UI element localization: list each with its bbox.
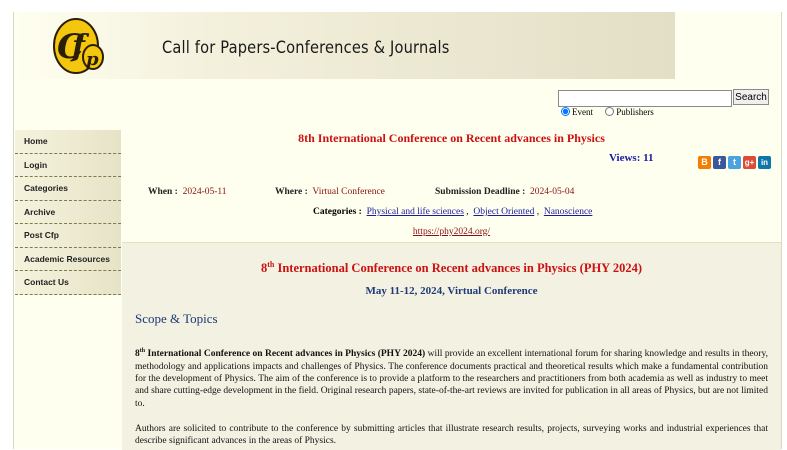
share-bar: B f t g+ in (698, 156, 771, 169)
sidebar-nav: Home Login Categories Archive Post Cfp A… (15, 130, 121, 295)
sidebar-item-post-cfp[interactable]: Post Cfp (15, 224, 121, 248)
twitter-icon[interactable]: t (728, 156, 741, 169)
categories-label: Categories : (313, 207, 362, 217)
details-heading: 8th International Conference on Recent a… (122, 260, 781, 276)
main-content: 8th International Conference on Recent a… (122, 130, 781, 450)
where-value: Virtual Conference (312, 187, 385, 197)
where-label: Where : (275, 187, 308, 197)
heading-text: International Conference on Recent advan… (274, 261, 643, 276)
conference-title: 8th International Conference on Recent a… (298, 131, 605, 145)
radio-publishers[interactable] (605, 107, 615, 116)
cfp-logo[interactable]: C f p (48, 15, 108, 77)
google-plus-icon[interactable]: g+ (743, 156, 756, 169)
sidebar-item-academic-resources[interactable]: Academic Resources (15, 247, 121, 271)
blogger-icon[interactable]: B (698, 156, 711, 169)
category-link[interactable]: Physical and life sciences (367, 207, 464, 217)
radio-event-label: Event (572, 107, 593, 117)
radio-event[interactable] (561, 107, 570, 116)
authors-paragraph: Authors are solicited to contribute to t… (135, 424, 768, 447)
sidebar-item-home[interactable]: Home (15, 130, 121, 154)
scope-heading: Scope & Topics (135, 311, 218, 326)
search-button[interactable]: Search (733, 89, 769, 105)
conference-details: 8th International Conference on Recent a… (122, 242, 781, 450)
event-dates: May 11-12, 2024, Virtual Conference (365, 285, 538, 297)
category-link[interactable]: Object Oriented (473, 207, 534, 217)
deadline-value: 2024-05-04 (530, 187, 575, 197)
deadline-field: Submission Deadline : 2024-05-04 (435, 187, 574, 197)
linkedin-icon[interactable]: in (758, 156, 771, 169)
page-container: C f p Call for Papers-Conferences & Jour… (13, 12, 782, 450)
where-field: Where : Virtual Conference (275, 187, 385, 197)
search-input[interactable] (558, 90, 732, 107)
views-label: Views: (609, 152, 641, 164)
sidebar-item-categories[interactable]: Categories (15, 177, 121, 201)
facebook-icon[interactable]: f (713, 156, 726, 169)
svg-text:p: p (86, 49, 99, 70)
header-banner: C f p Call for Papers-Conferences & Jour… (14, 12, 675, 79)
when-value: 2024-05-11 (182, 187, 227, 197)
search-type-options: Event Publishers (561, 107, 664, 117)
sidebar-item-contact-us[interactable]: Contact Us (15, 271, 121, 295)
views-counter: Views: 11 (609, 152, 654, 164)
sidebar-item-login[interactable]: Login (15, 153, 121, 177)
conference-url-link[interactable]: https://phy2024.org/ (413, 227, 490, 237)
category-link[interactable]: Nanoscience (544, 207, 593, 217)
when-field: When : 2024-05-11 (148, 187, 227, 197)
site-title: Call for Papers-Conferences & Journals (162, 38, 450, 58)
sidebar-item-archive[interactable]: Archive (15, 200, 121, 224)
when-label: When : (148, 187, 178, 197)
p1-conference-name: International Conference on Recent advan… (145, 349, 426, 360)
deadline-label: Submission Deadline : (435, 187, 526, 197)
views-count: 11 (643, 152, 654, 164)
radio-publishers-label: Publishers (616, 107, 654, 117)
conference-url-row: https://phy2024.org/ (122, 227, 781, 237)
description-paragraph: 8th International Conference on Recent a… (135, 345, 768, 410)
categories-field: Categories : Physical and life sciences … (313, 207, 593, 217)
